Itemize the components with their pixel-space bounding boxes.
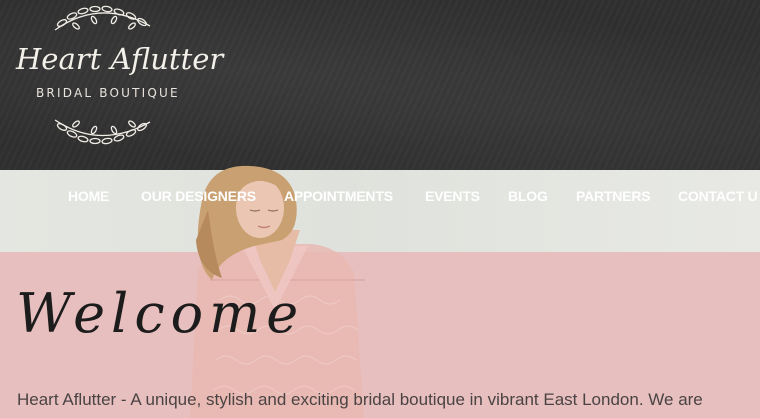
logo-title: Heart Aflutter: [16, 42, 224, 76]
nav-our-designers[interactable]: OUR DESIGNERS: [141, 188, 256, 204]
site-logo[interactable]: Heart Aflutter BRIDAL BOUTIQUE: [10, 0, 223, 150]
main-nav: HOME OUR DESIGNERS APPOINTMENTS EVENTS B…: [0, 188, 760, 212]
nav-blog[interactable]: BLOG: [508, 188, 548, 204]
welcome-heading: Welcome: [16, 282, 305, 345]
nav-contact[interactable]: CONTACT U: [678, 188, 758, 204]
nav-home[interactable]: HOME: [68, 188, 109, 204]
logo-subtitle: BRIDAL BOUTIQUE: [36, 86, 180, 100]
nav-partners[interactable]: PARTNERS: [576, 188, 651, 204]
intro-text: Heart Aflutter - A unique, stylish and e…: [17, 390, 703, 409]
nav-events[interactable]: EVENTS: [425, 188, 480, 204]
nav-appointments[interactable]: APPOINTMENTS: [284, 188, 393, 204]
site-header: Heart Aflutter BRIDAL BOUTIQUE: [0, 0, 760, 170]
